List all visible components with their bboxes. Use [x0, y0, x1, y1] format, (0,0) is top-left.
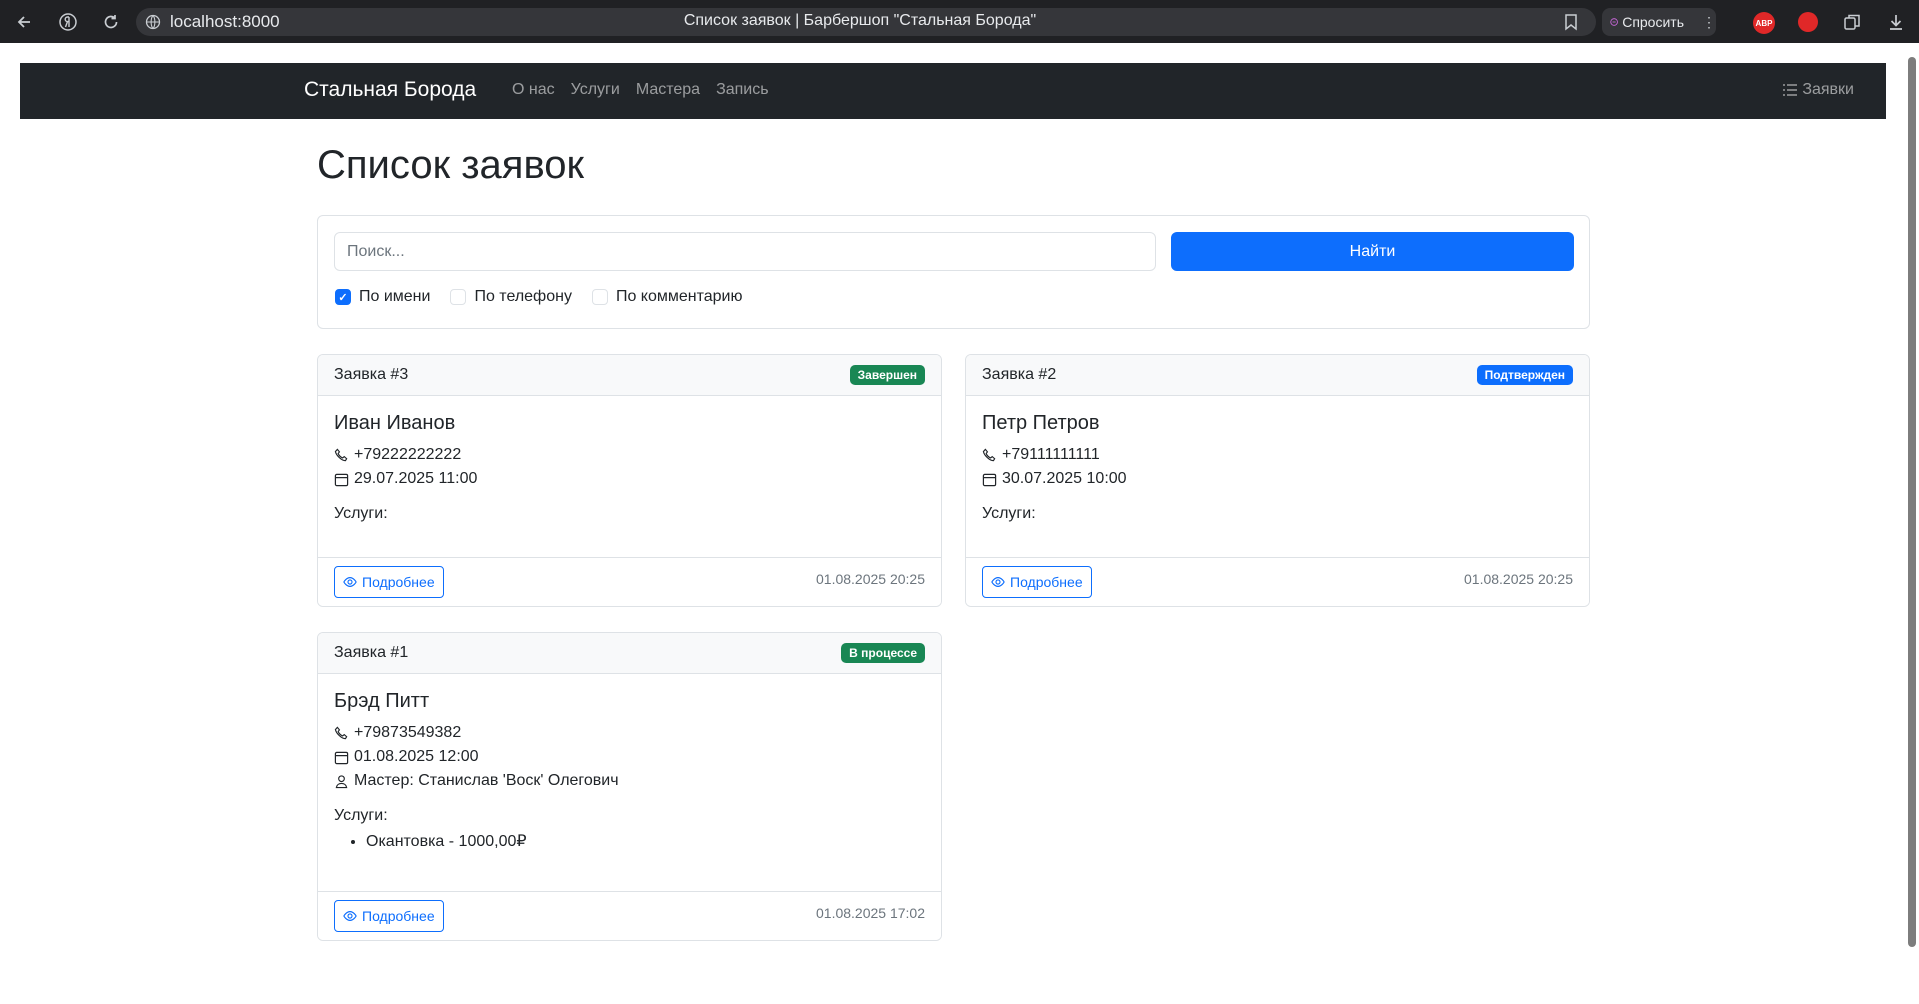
order-card-header: Заявка #1 В процессе — [318, 633, 941, 674]
client-phone: +79222222222 — [334, 443, 925, 467]
filter-by-phone-checkbox[interactable] — [450, 289, 467, 305]
brand-link[interactable]: Стальная Борода — [304, 78, 476, 102]
nav-links: О нас Услуги Мастера Запись — [512, 81, 769, 99]
order-card-footer: Подробнее 01.08.2025 20:25 — [966, 557, 1589, 606]
status-badge: Подтвержден — [1476, 365, 1573, 385]
client-name: Брэд Питт — [334, 690, 430, 712]
eye-icon — [343, 911, 357, 921]
search-input[interactable] — [334, 232, 1156, 271]
order-card-footer: Подробнее 01.08.2025 17:02 — [318, 891, 941, 940]
adblock-icon[interactable]: ABP — [1753, 12, 1775, 34]
client-phone: +79873549382 — [334, 721, 925, 745]
filter-by-comment-checkbox[interactable] — [591, 289, 608, 305]
ask-button[interactable]: Спросить ⋮ — [1602, 8, 1716, 36]
list-icon — [1783, 84, 1798, 96]
created-at: 01.08.2025 20:25 — [816, 571, 925, 587]
appointment-datetime: 30.07.2025 10:00 — [982, 467, 1573, 491]
nav-link-orders-label: Заявки — [1802, 81, 1854, 98]
services-label: Услуги: — [982, 505, 1036, 522]
person-icon — [335, 774, 348, 788]
extension-icon[interactable] — [1798, 12, 1818, 32]
order-card: Заявка #2 Подтвержден Петр Петров +79111… — [965, 354, 1590, 607]
created-at: 01.08.2025 17:02 — [816, 905, 925, 921]
search-filters: ✓ По имени По телефону По комментарию — [335, 288, 743, 306]
client-phone-text: +79873549382 — [354, 724, 462, 741]
order-number: Заявка #3 — [334, 366, 409, 383]
phone-icon — [334, 726, 348, 739]
ask-label: Спросить — [1622, 14, 1684, 30]
order-number: Заявка #1 — [334, 644, 409, 661]
eye-icon — [343, 577, 357, 587]
calendar-icon — [982, 473, 997, 486]
order-card-body: Петр Петров +79111111111 30.07.2025 10:0… — [966, 396, 1589, 539]
page-scrollbar[interactable] — [1905, 43, 1919, 1004]
nav-link-booking[interactable]: Запись — [716, 81, 769, 99]
appointment-datetime-text: 30.07.2025 10:00 — [1002, 470, 1127, 487]
order-card-footer: Подробнее 01.08.2025 20:25 — [318, 557, 941, 606]
master-text: Мастер: Станислав 'Воск' Олегович — [354, 772, 619, 789]
services-label: Услуги: — [334, 807, 388, 824]
appointment-datetime: 29.07.2025 11:00 — [334, 467, 925, 491]
order-card-header: Заявка #2 Подтвержден — [966, 355, 1589, 396]
browser-toolbar: localhost:8000 Список заявок | Барбершоп… — [0, 0, 1919, 43]
status-badge: Завершен — [849, 365, 925, 385]
filter-by-name[interactable]: ✓ По имени — [335, 288, 430, 306]
bookmark-icon[interactable] — [1561, 12, 1581, 32]
services-list: Окантовка - 1000,00₽ — [334, 831, 925, 851]
status-badge: В процессе — [841, 643, 925, 663]
tab-title: Список заявок | Барбершоп "Стальная Боро… — [683, 12, 1037, 29]
details-button-label: Подробнее — [362, 574, 435, 590]
filter-by-name-label: По имени — [359, 288, 431, 305]
ask-icon — [1610, 18, 1618, 26]
scroll-thumb[interactable] — [1908, 57, 1916, 947]
services-label: Услуги: — [334, 505, 388, 522]
order-card: Заявка #1 В процессе Брэд Питт +79873549… — [317, 632, 942, 941]
details-button[interactable]: Подробнее — [334, 566, 444, 598]
client-name: Петр Петров — [982, 412, 1100, 434]
order-card-body: Иван Иванов +79222222222 29.07.2025 11:0… — [318, 396, 941, 539]
order-card-body: Брэд Питт +79873549382 01.08.2025 12:00 … — [318, 674, 941, 867]
details-button[interactable]: Подробнее — [982, 566, 1092, 598]
order-card-header: Заявка #3 Завершен — [318, 355, 941, 396]
filter-by-comment[interactable]: По комментарию — [591, 288, 743, 306]
filter-by-phone-label: По телефону — [474, 288, 572, 305]
page-title: Список заявок — [317, 143, 584, 187]
collections-icon[interactable] — [1842, 12, 1862, 32]
phone-icon — [982, 448, 996, 461]
search-button[interactable]: Найти — [1171, 232, 1574, 271]
service-item: Окантовка - 1000,00₽ — [366, 831, 925, 851]
download-icon[interactable] — [1886, 12, 1906, 32]
details-button[interactable]: Подробнее — [334, 900, 444, 932]
details-button-label: Подробнее — [1010, 574, 1083, 590]
nav-link-about[interactable]: О нас — [512, 81, 555, 99]
calendar-icon — [334, 473, 349, 486]
details-button-label: Подробнее — [362, 908, 435, 924]
filter-by-phone[interactable]: По телефону — [450, 288, 572, 306]
appointment-datetime-text: 29.07.2025 11:00 — [354, 470, 478, 487]
client-phone-text: +79111111111 — [1002, 446, 1100, 463]
search-panel: Найти ✓ По имени По телефону По коммента… — [317, 215, 1590, 329]
calendar-icon — [334, 751, 349, 764]
nav-link-services[interactable]: Услуги — [571, 81, 620, 99]
client-phone-text: +79222222222 — [354, 446, 462, 463]
created-at: 01.08.2025 20:25 — [1464, 571, 1573, 587]
more-vert-icon[interactable]: ⋮ — [1702, 14, 1716, 31]
client-name: Иван Иванов — [334, 412, 456, 434]
master-line: Мастер: Станислав 'Воск' Олегович — [334, 769, 925, 793]
client-phone: +79111111111 — [982, 443, 1573, 467]
site-navbar: Стальная Борода О нас Услуги Мастера Зап… — [20, 63, 1886, 119]
filter-by-comment-label: По комментарию — [615, 288, 743, 305]
nav-link-masters[interactable]: Мастера — [636, 81, 700, 99]
eye-icon — [991, 577, 1005, 587]
appointment-datetime-text: 01.08.2025 12:00 — [354, 748, 479, 765]
order-number: Заявка #2 — [982, 366, 1057, 383]
nav-link-orders[interactable]: Заявки — [1783, 81, 1854, 99]
appointment-datetime: 01.08.2025 12:00 — [334, 745, 925, 769]
order-card: Заявка #3 Завершен Иван Иванов +79222222… — [317, 354, 942, 607]
phone-icon — [334, 448, 348, 461]
filter-by-name-checkbox[interactable]: ✓ — [335, 289, 351, 305]
